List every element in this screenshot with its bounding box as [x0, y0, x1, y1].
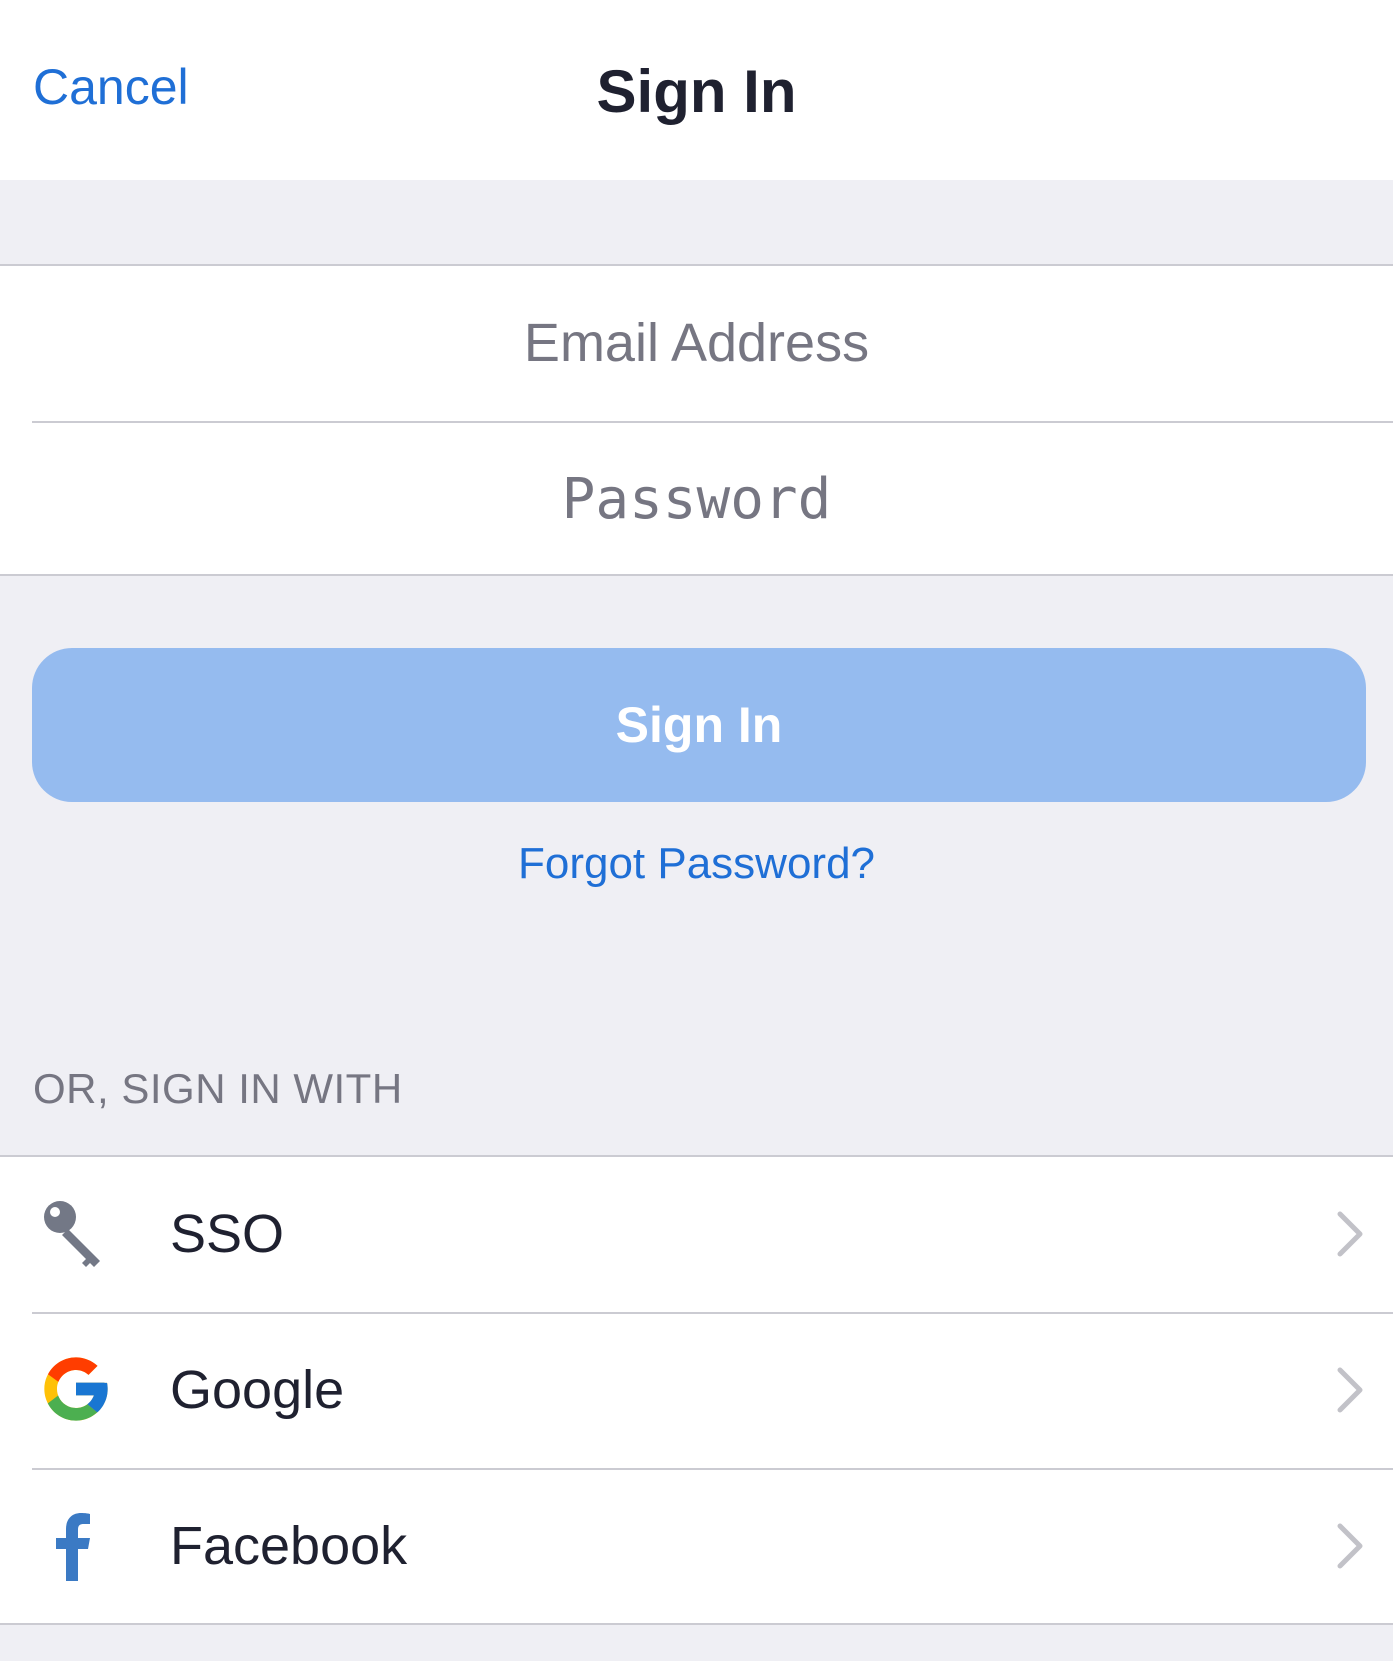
forgot-password-link[interactable]: Forgot Password?	[518, 839, 875, 888]
alt-signin-section-label: OR, SIGN IN WITH	[33, 1065, 403, 1112]
nav-bar: Cancel Sign In	[0, 0, 1393, 180]
email-field-row	[0, 266, 1393, 420]
facebook-icon	[38, 1507, 114, 1583]
credentials-form	[0, 264, 1393, 576]
chevron-right-icon	[1335, 1210, 1365, 1258]
facebook-provider-row[interactable]: Facebook	[0, 1469, 1393, 1623]
password-field-row	[0, 422, 1393, 576]
google-icon	[38, 1351, 114, 1427]
chevron-right-icon	[1335, 1522, 1365, 1570]
sign-in-providers-list: SSO Google Facebook	[0, 1155, 1393, 1625]
sso-provider-row[interactable]: SSO	[0, 1157, 1393, 1311]
page-title: Sign In	[596, 58, 797, 125]
sso-label: SSO	[170, 1204, 285, 1264]
chevron-right-icon	[1335, 1366, 1365, 1414]
email-field[interactable]	[0, 311, 1393, 375]
google-label: Google	[170, 1360, 345, 1420]
google-provider-row[interactable]: Google	[0, 1313, 1393, 1467]
key-icon	[38, 1195, 114, 1271]
facebook-label: Facebook	[170, 1516, 408, 1576]
sign-in-button[interactable]: Sign In	[32, 648, 1366, 802]
password-field[interactable]	[0, 465, 1393, 533]
forgot-password-row: Forgot Password?	[0, 839, 1393, 888]
